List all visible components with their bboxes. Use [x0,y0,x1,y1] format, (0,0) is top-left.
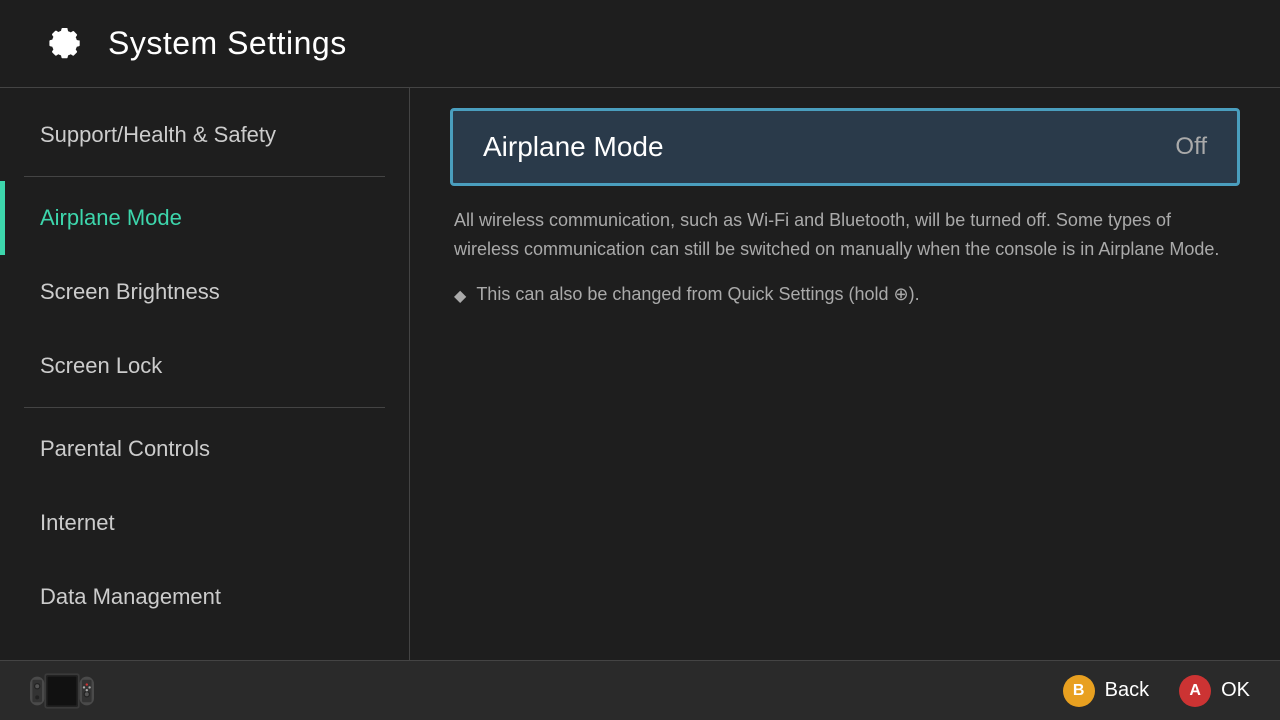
sidebar-item-screen-brightness[interactable]: Screen Brightness [0,255,409,329]
ok-button[interactable]: A OK [1179,675,1250,707]
header: System Settings [0,0,1280,88]
page-title: System Settings [108,25,347,62]
note-text: This can also be changed from Quick Sett… [476,284,919,305]
back-label: Back [1105,679,1149,702]
sidebar-divider-1 [24,176,385,177]
selected-setting-title: Airplane Mode [483,131,664,163]
sidebar-item-support-health-safety[interactable]: Support/Health & Safety [0,98,409,172]
sidebar-label: Screen Lock [40,353,162,379]
a-button-icon: A [1179,675,1211,707]
sidebar-item-internet[interactable]: Internet [0,486,409,560]
sidebar-label: Parental Controls [40,436,210,462]
diamond-icon: ◆ [454,286,466,306]
sidebar-item-screen-lock[interactable]: Screen Lock [0,329,409,403]
console-icon [30,673,94,709]
content-area: Airplane Mode Off All wireless communica… [410,88,1280,660]
setting-note: ◆ This can also be changed from Quick Se… [450,284,1240,306]
b-button-icon: B [1063,675,1095,707]
sidebar: Support/Health & Safety Airplane Mode Sc… [0,88,410,660]
gear-icon [40,20,88,68]
description-text: All wireless communication, such as Wi-F… [454,206,1236,264]
bottom-actions: B Back A OK [1063,675,1250,707]
sidebar-label: Support/Health & Safety [40,122,276,148]
selected-setting-card[interactable]: Airplane Mode Off [450,108,1240,186]
main-content: Support/Health & Safety Airplane Mode Sc… [0,88,1280,660]
sidebar-item-data-management[interactable]: Data Management [0,560,409,634]
selected-setting-value: Off [1175,133,1207,161]
sidebar-label: Internet [40,510,115,536]
console-display [30,673,94,709]
sidebar-label: Airplane Mode [40,205,182,231]
ok-label: OK [1221,679,1250,702]
back-button[interactable]: B Back [1063,675,1149,707]
sidebar-item-airplane-mode[interactable]: Airplane Mode [0,181,409,255]
sidebar-label: Data Management [40,584,221,610]
bottom-bar: B Back A OK [0,660,1280,720]
sidebar-item-parental-controls[interactable]: Parental Controls [0,412,409,486]
setting-description: All wireless communication, such as Wi-F… [450,206,1240,264]
sidebar-divider-2 [24,407,385,408]
sidebar-label: Screen Brightness [40,279,220,305]
